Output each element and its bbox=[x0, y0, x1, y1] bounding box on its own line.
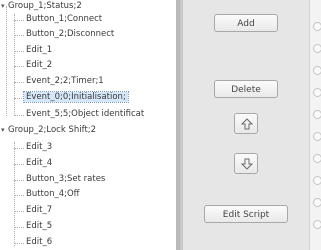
tree-item-label: Edit_4 bbox=[26, 158, 53, 168]
tree-guide-line bbox=[6, 6, 7, 116]
chevron-down-icon[interactable]: ▾ bbox=[1, 0, 7, 13]
tree-item[interactable]: Edit_2 bbox=[26, 59, 52, 72]
tree-branch bbox=[14, 148, 24, 149]
radio-icon[interactable] bbox=[313, 66, 321, 75]
edit-script-button[interactable]: Edit Script bbox=[204, 205, 288, 223]
tree-item[interactable]: Button_1;Connect bbox=[26, 13, 102, 26]
tree-item-label: Button_4;Off bbox=[26, 189, 80, 199]
tree-item-label: Edit_3 bbox=[26, 142, 53, 152]
tree-branch bbox=[14, 98, 24, 99]
move-up-button[interactable] bbox=[234, 113, 258, 134]
add-button[interactable]: Add bbox=[214, 14, 278, 32]
tree-branch bbox=[14, 243, 24, 244]
tree-item-label: Edit_1 bbox=[26, 45, 53, 55]
tree-group-2[interactable]: ▾ Group_2;Lock Shift;2 bbox=[0, 124, 96, 137]
tree-item[interactable]: Button_4;Off bbox=[26, 188, 80, 201]
delete-button[interactable]: Delete bbox=[214, 80, 278, 98]
tree-item[interactable]: Button_3;Set rates bbox=[26, 173, 105, 186]
object-tree[interactable]: ▾ Group_1;Status;2 Button_1;Connect Butt… bbox=[0, 0, 176, 250]
tree-item[interactable]: Edit_1 bbox=[26, 44, 52, 57]
tree-guide-line bbox=[14, 14, 15, 116]
tree-item[interactable]: Edit_4 bbox=[26, 157, 52, 170]
tree-branch bbox=[14, 82, 24, 83]
tree-item-label: Event_5;5;Object identificat bbox=[26, 109, 145, 119]
tree-item-label: Edit_7 bbox=[26, 205, 53, 215]
tree-branch bbox=[14, 35, 24, 36]
tree-branch bbox=[14, 51, 24, 52]
radio-icon[interactable] bbox=[313, 198, 321, 207]
tree-item-label: Edit_6 bbox=[26, 237, 53, 247]
tree-item-label: Edit_2 bbox=[26, 60, 53, 70]
property-column-edge bbox=[309, 0, 321, 250]
tree-group-label: Group_2;Lock Shift;2 bbox=[8, 125, 97, 135]
tree-item[interactable]: Edit_6 bbox=[26, 236, 52, 249]
tree-item[interactable]: Edit_3 bbox=[26, 141, 52, 154]
tree-group-label: Group_1;Status;2 bbox=[8, 1, 82, 11]
tree-branch bbox=[14, 66, 24, 67]
tree-branch bbox=[14, 195, 24, 196]
tree-item[interactable]: Event_5;5;Object identificat bbox=[26, 108, 144, 121]
arrow-down-icon bbox=[241, 158, 253, 170]
action-panel: Add Delete Edit Script bbox=[183, 0, 309, 250]
radio-icon[interactable] bbox=[313, 154, 321, 163]
tree-branch bbox=[14, 164, 24, 165]
tree-item[interactable]: Event_2;2;Timer;1 bbox=[26, 75, 104, 88]
tree-branch bbox=[14, 115, 24, 116]
tree-item-label: Event_0;0;Initialisation; bbox=[23, 91, 129, 103]
radio-icon[interactable] bbox=[313, 220, 321, 229]
radio-icon[interactable] bbox=[313, 22, 321, 31]
tree-guide-line bbox=[14, 142, 15, 246]
tree-branch bbox=[14, 20, 24, 21]
tree-group-1[interactable]: ▾ Group_1;Status;2 bbox=[0, 0, 82, 13]
tree-item-label: Button_2;Disconnect bbox=[26, 29, 115, 39]
tree-item-label: Button_1;Connect bbox=[26, 14, 103, 24]
radio-icon[interactable] bbox=[313, 44, 321, 53]
radio-icon[interactable] bbox=[313, 88, 321, 97]
chevron-down-icon[interactable]: ▾ bbox=[1, 124, 7, 137]
tree-item[interactable]: Edit_7 bbox=[26, 204, 52, 217]
move-down-button[interactable] bbox=[234, 153, 258, 174]
tree-branch bbox=[14, 180, 24, 181]
arrow-up-icon bbox=[241, 118, 253, 130]
tree-branch bbox=[14, 227, 24, 228]
tree-item-label: Button_3;Set rates bbox=[26, 174, 106, 184]
radio-icon[interactable] bbox=[313, 110, 321, 119]
radio-icon[interactable] bbox=[313, 176, 321, 185]
tree-item[interactable]: Edit_5 bbox=[26, 220, 52, 233]
tree-branch bbox=[14, 211, 24, 212]
tree-item-label: Edit_5 bbox=[26, 221, 53, 231]
radio-icon[interactable] bbox=[313, 132, 321, 141]
tree-item-label: Event_2;2;Timer;1 bbox=[26, 76, 104, 86]
tree-item[interactable]: Button_2;Disconnect bbox=[26, 28, 114, 41]
tree-item-selected[interactable]: Event_0;0;Initialisation; bbox=[23, 91, 129, 104]
